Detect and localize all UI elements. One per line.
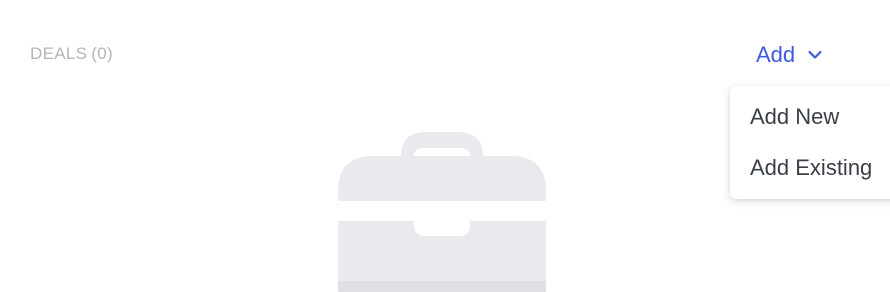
briefcase-icon (338, 132, 546, 292)
add-dropdown-menu: Add New Add Existing (730, 86, 890, 199)
add-button-label: Add (756, 42, 796, 67)
menu-item-add-existing[interactable]: Add Existing (750, 155, 872, 181)
chevron-down-icon (808, 50, 822, 59)
deals-panel: DEALS (0) Add Add New Add Existing (0, 0, 890, 292)
section-title: DEALS (0) (30, 44, 113, 64)
deals-count: (0) (91, 44, 113, 63)
section-title-label: DEALS (30, 44, 88, 63)
add-dropdown-button[interactable]: Add (756, 41, 823, 69)
menu-item-add-new[interactable]: Add New (750, 104, 839, 130)
